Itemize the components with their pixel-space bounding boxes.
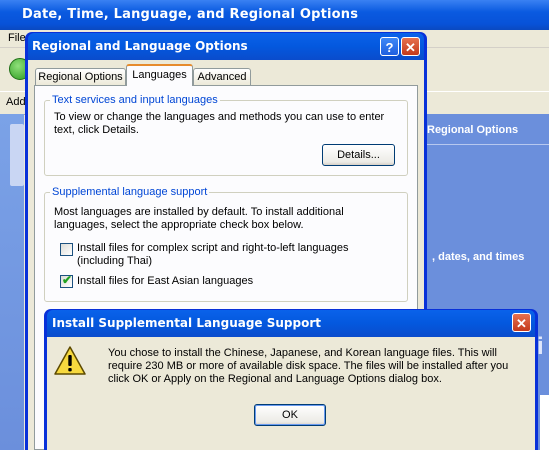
- regional-dialog-title: Regional and Language Options: [32, 39, 248, 53]
- background-edge: [540, 395, 549, 450]
- tab-advanced[interactable]: Advanced: [193, 68, 251, 85]
- warning-icon: [54, 345, 86, 380]
- background-window-title: Date, Time, Language, and Regional Optio…: [22, 7, 359, 22]
- task-pane-panel: [10, 124, 24, 186]
- text-services-description: To view or change the languages and meth…: [54, 111, 385, 136]
- details-button[interactable]: Details...: [322, 144, 395, 166]
- install-close-button[interactable]: ✕: [512, 313, 531, 332]
- menu-file[interactable]: File: [8, 32, 26, 44]
- text-services-legend: Text services and input languages: [50, 94, 220, 106]
- category-icon-text: i: [537, 333, 544, 360]
- east-asian-label[interactable]: Install files for East Asian languages: [77, 275, 253, 287]
- address-label: Add: [6, 96, 26, 108]
- tab-languages[interactable]: Languages: [126, 64, 193, 86]
- supplemental-description: Most languages are installed by default.…: [54, 206, 344, 231]
- tab-regional-options[interactable]: Regional Options: [35, 68, 126, 85]
- category-divider: [425, 144, 549, 145]
- ok-button[interactable]: OK: [254, 404, 326, 426]
- category-heading[interactable]: Regional Options: [427, 124, 518, 136]
- checkmark-icon: ✔: [62, 273, 73, 287]
- complex-script-label[interactable]: Install files for complex script and rig…: [77, 242, 397, 268]
- install-message: You chose to install the Chinese, Japane…: [108, 347, 509, 385]
- supplemental-legend: Supplemental language support: [50, 186, 210, 198]
- help-button[interactable]: ?: [380, 37, 399, 56]
- close-button[interactable]: ✕: [401, 37, 420, 56]
- install-dialog-title: Install Supplemental Language Support: [52, 316, 322, 330]
- category-link-dates[interactable]: , dates, and times: [432, 251, 524, 263]
- complex-script-checkbox[interactable]: [60, 243, 73, 256]
